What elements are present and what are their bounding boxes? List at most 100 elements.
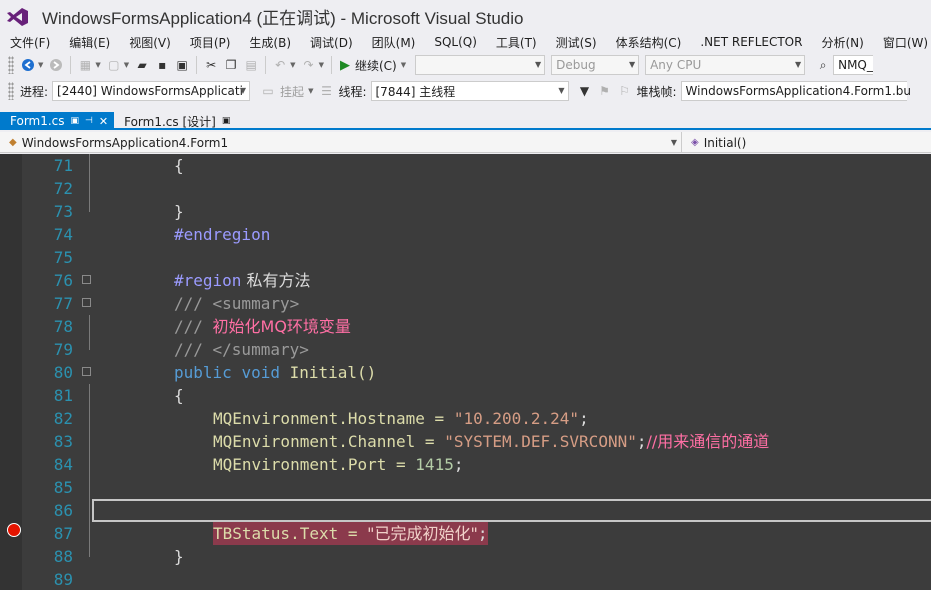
line-number: 81 <box>53 386 73 405</box>
menu-analyze[interactable]: 分析(N) <box>811 34 872 51</box>
continue-button[interactable]: ▶ 继续(C) ▼ <box>340 57 409 74</box>
line-number: 83 <box>53 432 73 451</box>
type-value: WindowsFormsApplication4.Form1 <box>21 135 229 150</box>
new-project-dropdown-icon[interactable]: ▼ <box>95 61 100 69</box>
stack-frame-combo[interactable]: WindowsFormsApplication4.Form1.bu <box>680 81 911 101</box>
chevron-down-icon: ▼ <box>558 86 565 95</box>
doc-comment: /// </summary> <box>174 340 309 359</box>
back-icon[interactable] <box>19 56 37 74</box>
configuration-value: Debug <box>556 58 596 72</box>
outline-bar <box>89 407 90 430</box>
menu-build[interactable]: 生成(B) <box>239 34 300 51</box>
new-project-icon[interactable]: ▦ <box>76 56 94 74</box>
open-file-icon[interactable]: ▰ <box>133 56 151 74</box>
menu-tools[interactable]: 工具(T) <box>486 34 546 51</box>
menu-file[interactable]: 文件(F) <box>0 34 59 51</box>
document-tabs: Form1.cs ▣ ⊣ ✕ Form1.cs [设计] ▣ <box>0 112 931 130</box>
find-input[interactable]: NMQ_ <box>833 55 874 75</box>
redo-icon[interactable]: ↷ <box>300 56 318 74</box>
menu-debug[interactable]: 调试(D) <box>300 34 362 51</box>
continue-dropdown-icon[interactable]: ▼ <box>401 61 406 69</box>
code-line[interactable]: 85 <box>0 476 931 499</box>
code-line[interactable]: 81 { <box>0 384 931 407</box>
cut-icon[interactable]: ✂ <box>202 56 220 74</box>
region-name: 私有方法 <box>241 271 311 290</box>
collapse-toggle[interactable] <box>82 367 91 376</box>
tab-label: Form1.cs [设计] <box>124 114 216 129</box>
code-line[interactable]: 84 MQEnvironment.Port = 1415; <box>0 453 931 476</box>
save-icon[interactable]: ▪ <box>153 56 171 74</box>
code-line[interactable]: 89 <box>0 568 931 590</box>
threads-icon[interactable]: ☰ <box>317 82 335 100</box>
copy-icon[interactable]: ❐ <box>222 56 240 74</box>
collapse-toggle[interactable] <box>82 298 91 307</box>
back-dropdown-icon[interactable]: ▼ <box>38 61 43 69</box>
paste-icon[interactable]: ▤ <box>242 56 260 74</box>
add-item-icon[interactable]: ▢ <box>105 56 123 74</box>
menu-view[interactable]: 视图(V) <box>119 34 180 51</box>
code-line[interactable]: 88 } <box>0 545 931 568</box>
code-line[interactable]: 82 MQEnvironment.Hostname = "10.200.2.24… <box>0 407 931 430</box>
menu-test[interactable]: 测试(S) <box>546 34 606 51</box>
member-combo[interactable]: ◈ Initial() <box>682 132 931 153</box>
process-label: 进程: <box>20 84 49 99</box>
code-line[interactable]: 79 /// </summary> <box>0 338 931 361</box>
line-number: 75 <box>53 248 73 267</box>
line-number: 79 <box>53 340 73 359</box>
code-line[interactable]: 76 #region 私有方法 <box>0 269 931 292</box>
breakpoint-line[interactable]: 87 TBStatus.Text = "已完成初始化"; <box>0 522 931 545</box>
outline-bar <box>89 545 90 557</box>
menu-architecture[interactable]: 体系结构(C) <box>606 34 691 51</box>
suspend-dropdown-icon[interactable]: ▼ <box>308 87 313 95</box>
collapse-toggle[interactable] <box>82 275 91 284</box>
string-literal: "已完成初始化" <box>367 524 478 543</box>
menu-team[interactable]: 团队(M) <box>362 34 425 51</box>
undo-dropdown-icon[interactable]: ▼ <box>290 61 295 69</box>
redo-dropdown-icon[interactable]: ▼ <box>319 61 324 69</box>
find-in-files-icon[interactable]: ⌕ <box>814 56 832 74</box>
suspend-icon[interactable]: ▭ <box>259 82 277 100</box>
code-line[interactable]: 75 <box>0 246 931 269</box>
pin-icon[interactable]: ⊣ <box>85 116 93 126</box>
tab-form1-cs[interactable]: Form1.cs ▣ ⊣ ✕ <box>0 112 115 130</box>
toolbar-grip[interactable] <box>8 56 14 74</box>
line-number: 76 <box>53 271 73 290</box>
platform-combo[interactable]: Any CPU ▼ <box>645 55 806 75</box>
undo-icon[interactable]: ↶ <box>271 56 289 74</box>
code-line[interactable]: 83 MQEnvironment.Channel = "SYSTEM.DEF.S… <box>0 430 931 453</box>
toolbar-separator <box>196 56 198 74</box>
configuration-combo[interactable]: Debug ▼ <box>551 55 640 75</box>
process-combo[interactable]: [2440] WindowsFormsApplicati ▼ <box>52 81 251 101</box>
add-item-dropdown-icon[interactable]: ▼ <box>124 61 129 69</box>
menu-project[interactable]: 项目(P) <box>180 34 240 51</box>
code-line[interactable]: 78 /// 初始化MQ环境变量 <box>0 315 931 338</box>
flag-thread-icon[interactable]: ⚑ <box>596 82 614 100</box>
code-line[interactable]: 71 { <box>0 154 931 177</box>
save-all-icon[interactable]: ▣ <box>173 56 191 74</box>
forward-icon[interactable] <box>47 56 65 74</box>
code-line[interactable]: 77 /// <summary> <box>0 292 931 315</box>
line-number: 74 <box>53 225 73 244</box>
menu-edit[interactable]: 编辑(E) <box>59 34 119 51</box>
menu-sql[interactable]: SQL(Q) <box>424 35 486 49</box>
breakpoint-icon[interactable] <box>7 523 21 537</box>
show-flagged-icon[interactable]: ⚐ <box>616 82 634 100</box>
code-line[interactable]: 72 <box>0 177 931 200</box>
code-line[interactable]: 73 } <box>0 200 931 223</box>
filter-icon[interactable]: ▼ <box>576 82 594 100</box>
suspend-label[interactable]: 挂起 <box>280 83 304 100</box>
tab-form1-designer[interactable]: Form1.cs [设计] ▣ <box>114 112 236 130</box>
code-editor[interactable]: 71 { 72 73 } 74 #endregion 75 76 #region… <box>0 154 931 590</box>
menu-net-reflector[interactable]: .NET REFLECTOR <box>690 35 811 49</box>
target-combo[interactable]: ▼ <box>415 55 546 75</box>
toolbar-grip[interactable] <box>8 82 14 100</box>
type-combo[interactable]: ◆ WindowsFormsApplication4.Form1 ▼ <box>0 132 682 153</box>
menu-window[interactable]: 窗口(W) <box>873 34 931 51</box>
code-text: ; <box>453 455 464 474</box>
code-line[interactable]: 74 #endregion <box>0 223 931 246</box>
thread-combo[interactable]: [7844] 主线程 ▼ <box>370 81 569 101</box>
code-line[interactable]: 80 public void Initial() <box>0 361 931 384</box>
outline-bar <box>89 476 90 499</box>
close-icon[interactable]: ✕ <box>99 115 108 128</box>
region-keyword: #region <box>174 271 242 290</box>
